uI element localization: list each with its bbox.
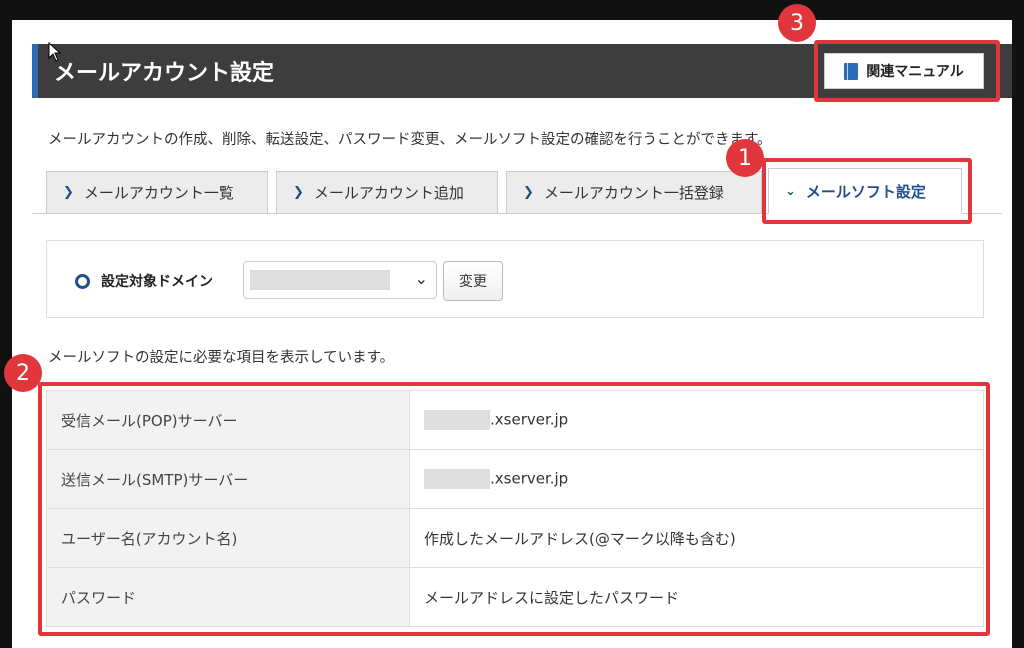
- tab-label: メールソフト設定: [805, 182, 926, 201]
- table-row: 受信メール(POP)サーバー .xserver.jp: [46, 390, 984, 450]
- setting-key: ユーザー名(アカウント名): [46, 508, 410, 568]
- step-badge-1: 1: [726, 139, 764, 177]
- chevron-down-icon: ⌄: [785, 183, 796, 199]
- page-description: メールアカウントの作成、削除、転送設定、パスワード変更、メールソフト設定の確認を…: [48, 132, 772, 148]
- step-badge-3: 3: [778, 4, 816, 42]
- chevron-down-icon: ⌄: [414, 269, 428, 288]
- redacted-host: [424, 410, 490, 430]
- tab-mail-software-settings[interactable]: ⌄ メールソフト設定: [768, 168, 962, 214]
- domain-panel: 設定対象ドメイン ⌄ 変更: [46, 240, 984, 318]
- tab-mail-account-bulk-register[interactable]: ❯ メールアカウント一括登録: [506, 171, 762, 213]
- chevron-right-icon: ❯: [293, 185, 304, 200]
- info-text: メールソフトの設定に必要な項目を表示しています。: [48, 350, 395, 366]
- setting-value: メールアドレスに設定したパスワード: [409, 567, 984, 627]
- domain-label: 設定対象ドメイン: [101, 274, 213, 290]
- table-row: ユーザー名(アカウント名) 作成したメールアドレス(@マーク以降も含む): [46, 508, 984, 568]
- tab-label: メールアカウント追加: [313, 184, 464, 202]
- tab-label: メールアカウント一覧: [83, 184, 234, 202]
- change-button[interactable]: 変更: [443, 261, 503, 301]
- setting-value: .xserver.jp: [409, 390, 984, 450]
- tab-mail-account-add[interactable]: ❯ メールアカウント追加: [276, 171, 498, 213]
- setting-key: 受信メール(POP)サーバー: [46, 390, 410, 450]
- setting-key: パスワード: [46, 567, 410, 627]
- related-manual-label: 関連マニュアル: [866, 64, 964, 80]
- setting-value: 作成したメールアドレス(@マーク以降も含む): [409, 508, 984, 568]
- settings-table: 受信メール(POP)サーバー .xserver.jp 送信メール(SMTP)サー…: [46, 390, 984, 627]
- table-row: 送信メール(SMTP)サーバー .xserver.jp: [46, 449, 984, 509]
- step-badge-2: 2: [4, 354, 42, 392]
- chevron-right-icon: ❯: [63, 185, 74, 200]
- book-icon: [844, 62, 859, 80]
- redacted-domain: [250, 270, 390, 290]
- related-manual-button[interactable]: 関連マニュアル: [824, 53, 984, 89]
- page-title: メールアカウント設定: [54, 61, 275, 86]
- redacted-host: [424, 469, 490, 489]
- domain-select[interactable]: ⌄: [243, 261, 437, 299]
- chevron-right-icon: ❯: [523, 185, 534, 200]
- circle-icon: [75, 274, 90, 289]
- table-row: パスワード メールアドレスに設定したパスワード: [46, 567, 984, 627]
- tab-label: メールアカウント一括登録: [543, 184, 724, 202]
- setting-value-text: .xserver.jp: [490, 410, 569, 429]
- setting-value-text: .xserver.jp: [490, 469, 569, 488]
- tab-mail-account-list[interactable]: ❯ メールアカウント一覧: [46, 171, 268, 213]
- setting-value: .xserver.jp: [409, 449, 984, 509]
- mouse-cursor-icon: [48, 42, 62, 62]
- setting-key: 送信メール(SMTP)サーバー: [46, 449, 410, 509]
